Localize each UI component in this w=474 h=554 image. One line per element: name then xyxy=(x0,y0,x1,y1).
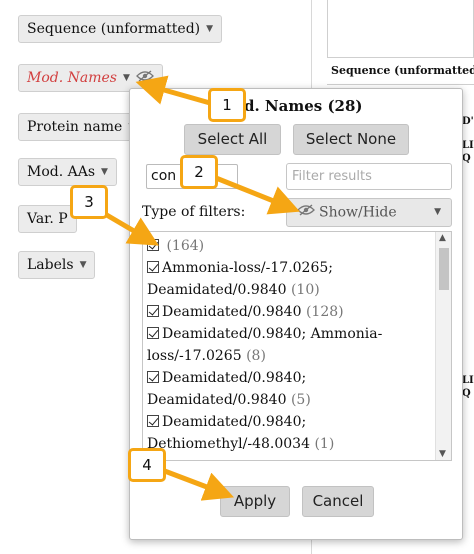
select-all-button[interactable]: Select All xyxy=(184,124,281,155)
divider xyxy=(327,84,474,85)
type-of-filters-label: Type of filters: xyxy=(142,204,246,220)
filter-results-input[interactable]: Filter results xyxy=(286,163,452,190)
scrollbar-thumb[interactable] xyxy=(439,248,449,290)
chevron-down-icon: ▼ xyxy=(79,260,87,270)
item-label: Deamidated/0.9840; Dethiomethyl/-48.0034 xyxy=(147,414,310,452)
list-item[interactable]: Deamidated/0.9840; Deamidated/0.9840 (5) xyxy=(147,367,431,411)
list-item[interactable]: Deamidated/0.9840; Dethiomethyl/-48.0034… xyxy=(147,411,431,455)
filter-values-list[interactable]: (164) Ammonia-loss/-17.0265; Deamidated/… xyxy=(142,231,452,461)
item-label: Deamidated/0.9840; Deamidated/0.9840 xyxy=(147,370,307,408)
table-cell-fragment: Q xyxy=(462,388,471,399)
field-protein-name-button[interactable]: Protein name▼ xyxy=(18,113,145,141)
callout-badge: 4 xyxy=(128,448,166,482)
checkbox-checked-icon[interactable] xyxy=(147,327,159,339)
table-cell-fragment: D' xyxy=(462,116,474,127)
apply-button[interactable]: Apply xyxy=(220,486,290,517)
list-item[interactable]: Deamidated/0.9840 (128) xyxy=(147,301,431,323)
item-count: (10) xyxy=(290,282,320,298)
checkbox-checked-icon[interactable] xyxy=(147,239,159,251)
item-count: (164) xyxy=(166,238,205,254)
field-label: Mod. Names xyxy=(27,70,117,86)
cancel-button[interactable]: Cancel xyxy=(302,486,374,517)
checkbox-checked-icon[interactable] xyxy=(147,261,159,273)
item-label: Deamidated/0.9840 xyxy=(162,304,302,320)
popup-title: d. Names (28) xyxy=(244,97,363,115)
field-label: Mod. AAs xyxy=(27,164,96,180)
scroll-down-icon[interactable]: ▼ xyxy=(439,449,446,459)
table-cell-fragment: LI xyxy=(462,375,474,386)
checkbox-checked-icon[interactable] xyxy=(147,305,159,317)
callout-badge: 2 xyxy=(180,155,218,189)
field-label: Var. P xyxy=(27,211,68,227)
chevron-down-icon: ▼ xyxy=(122,73,130,83)
field-mod-aas-button[interactable]: Mod. AAs ▼ xyxy=(18,158,117,186)
table-cell-fragment: Q xyxy=(462,153,471,164)
chevron-down-icon: ▼ xyxy=(206,24,214,34)
field-label: Labels xyxy=(27,257,74,273)
table-header-cell xyxy=(327,0,474,58)
item-count: (128) xyxy=(305,304,344,320)
item-count: (1) xyxy=(314,436,335,452)
list-item[interactable]: (164) xyxy=(147,235,431,257)
list-scrollbar[interactable]: ▲ ▼ xyxy=(435,232,451,460)
field-labels-button[interactable]: Labels ▼ xyxy=(18,251,96,279)
field-label: Protein name xyxy=(27,119,123,135)
select-none-button[interactable]: Select None xyxy=(293,124,409,155)
chevron-down-icon: ▼ xyxy=(434,207,441,217)
item-count: (8) xyxy=(246,348,266,364)
chevron-down-icon: ▼ xyxy=(101,167,108,177)
callout-badge: 3 xyxy=(70,185,108,219)
list-item[interactable]: Deamidated/0.9840; Ammonia-loss/-17.0265… xyxy=(147,323,431,367)
show-hide-dropdown[interactable]: Show/Hide ▼ xyxy=(286,198,452,227)
eye-slash-icon xyxy=(297,199,315,226)
item-count: (5) xyxy=(290,392,311,408)
checkbox-checked-icon[interactable] xyxy=(147,415,159,427)
scroll-up-icon[interactable]: ▲ xyxy=(439,233,446,243)
field-label: Sequence (unformatted) xyxy=(27,21,201,37)
field-var-p-button[interactable]: Var. P xyxy=(18,205,77,233)
show-hide-label: Show/Hide xyxy=(319,204,397,221)
column-header[interactable]: Sequence (unformatted) xyxy=(331,64,474,77)
filter-popup: d. Names (28) Select All Select None con… xyxy=(129,88,463,540)
list-item[interactable]: Ammonia-loss/-17.0265; Deamidated/0.9840… xyxy=(147,257,431,301)
callout-badge: 1 xyxy=(208,88,246,122)
checkbox-checked-icon[interactable] xyxy=(147,371,159,383)
field-sequence-button[interactable]: Sequence (unformatted) ▼ xyxy=(18,15,223,43)
table-cell-fragment: LI xyxy=(462,140,474,151)
